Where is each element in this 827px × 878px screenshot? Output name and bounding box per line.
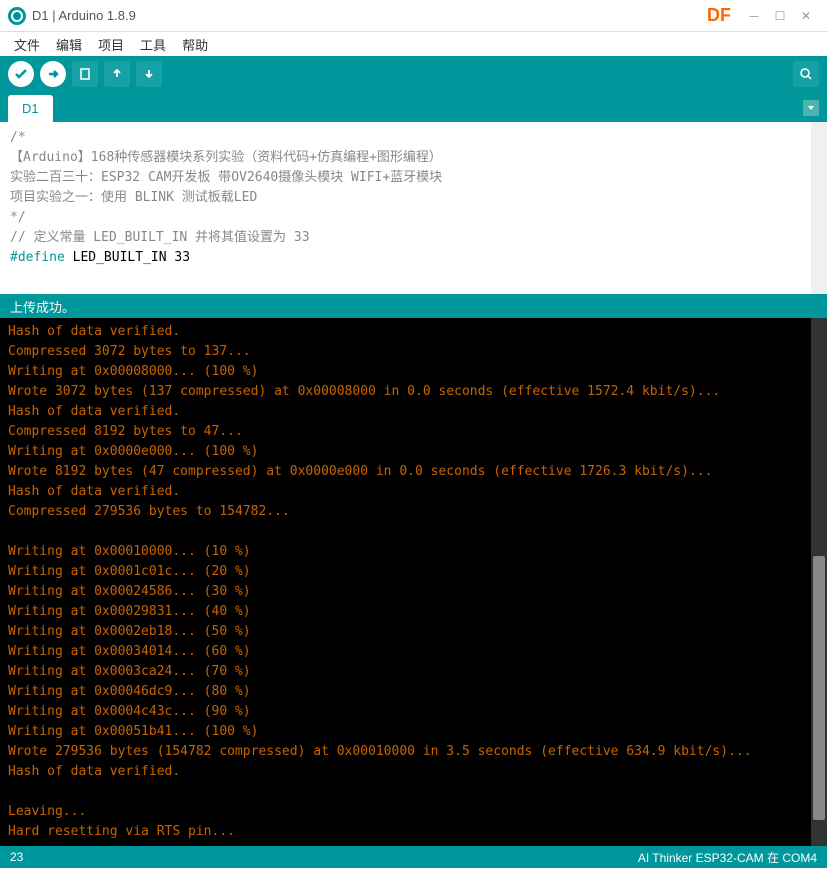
editor-scrollbar[interactable] (811, 122, 827, 294)
menu-file[interactable]: 文件 (8, 33, 46, 56)
open-button[interactable] (104, 61, 130, 87)
tab-d1[interactable]: D1 (8, 95, 53, 122)
code-line: #define LED_BUILT_IN 33 (10, 248, 817, 268)
maximize-button[interactable]: ☐ (767, 3, 793, 29)
console-text: Hash of data verified. Compressed 3072 b… (8, 324, 752, 839)
menubar: 文件 编辑 项目 工具 帮助 (0, 32, 827, 56)
code-line: 【Arduino】168种传感器模块系列实验（资料代码+仿真编程+图形编程） (10, 148, 817, 168)
tab-dropdown-button[interactable] (803, 100, 819, 116)
minimize-button[interactable]: ─ (741, 3, 767, 29)
menu-tools[interactable]: 工具 (134, 33, 172, 56)
scrollbar-thumb[interactable] (813, 556, 825, 820)
serial-monitor-button[interactable] (793, 61, 819, 87)
verify-button[interactable] (8, 61, 34, 87)
bottombar: 23 AI Thinker ESP32-CAM 在 COM4 (0, 846, 827, 868)
code-line: 项目实验之一：使用 BLINK 测试板载LED (10, 188, 817, 208)
df-logo: DF (707, 5, 731, 26)
console-output[interactable]: Hash of data verified. Compressed 3072 b… (0, 318, 827, 846)
code-line: */ (10, 208, 817, 228)
close-button[interactable]: ✕ (793, 3, 819, 29)
tabbar: D1 (0, 92, 827, 122)
arduino-icon (8, 7, 26, 25)
code-line: /* (10, 128, 817, 148)
board-info: AI Thinker ESP32-CAM 在 COM4 (638, 849, 817, 866)
upload-button[interactable] (40, 61, 66, 87)
code-line: // 定义常量 LED_BUILT_IN 并将其值设置为 33 (10, 228, 817, 248)
save-button[interactable] (136, 61, 162, 87)
titlebar: D1 | Arduino 1.8.9 DF ─ ☐ ✕ (0, 0, 827, 32)
toolbar (0, 56, 827, 92)
status-message: 上传成功。 (0, 294, 827, 318)
menu-help[interactable]: 帮助 (176, 33, 214, 56)
console-scrollbar[interactable] (811, 318, 827, 846)
window-title: D1 | Arduino 1.8.9 (32, 8, 136, 23)
code-editor[interactable]: /* 【Arduino】168种传感器模块系列实验（资料代码+仿真编程+图形编程… (0, 122, 827, 294)
menu-edit[interactable]: 编辑 (50, 33, 88, 56)
new-button[interactable] (72, 61, 98, 87)
line-number: 23 (10, 850, 23, 864)
menu-project[interactable]: 项目 (92, 33, 130, 56)
code-line: 实验二百三十：ESP32 CAM开发板 带OV2640摄像头模块 WIFI+蓝牙… (10, 168, 817, 188)
